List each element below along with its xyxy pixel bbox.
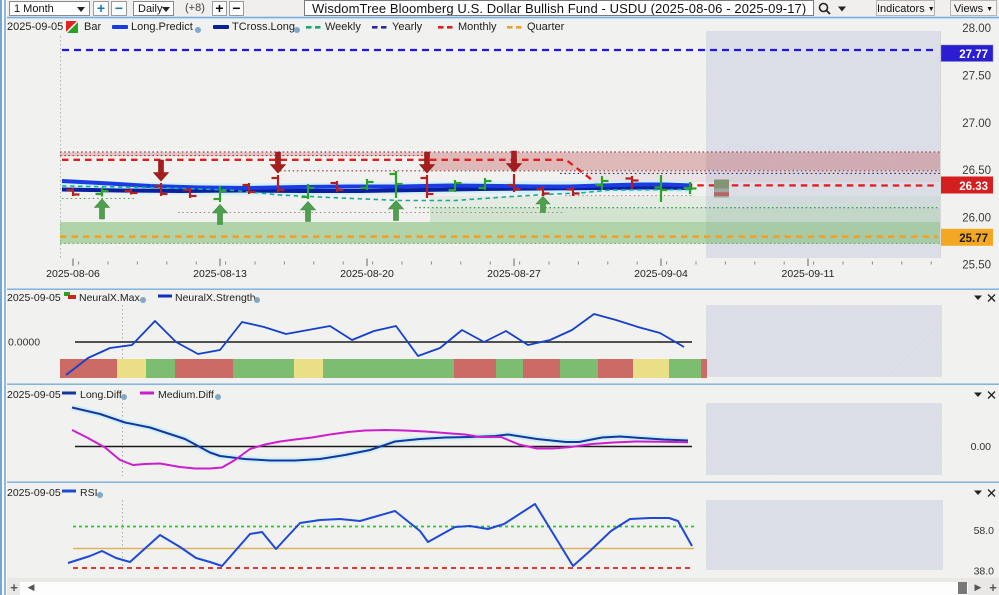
svg-text:27.00: 27.00 (962, 118, 991, 130)
svg-text:26.00: 26.00 (962, 213, 991, 225)
svg-text:TCross.Long: TCross.Long (232, 21, 295, 33)
svg-text:2025-09-05: 2025-09-05 (7, 21, 63, 33)
svg-text:25.50: 25.50 (962, 260, 991, 272)
svg-text:2025-08-20: 2025-08-20 (340, 268, 394, 280)
svg-text:Medium.Diff: Medium.Diff (158, 389, 214, 401)
svg-text:Quarter: Quarter (527, 21, 565, 33)
svg-text:2025-09-04: 2025-09-04 (634, 268, 688, 280)
svg-text:26.33: 26.33 (959, 181, 988, 193)
svg-text:28.00: 28.00 (962, 23, 991, 35)
svg-text:2025-08-06: 2025-08-06 (46, 268, 100, 280)
svg-text:38.0: 38.0 (974, 566, 995, 578)
svg-text:27.77: 27.77 (959, 49, 988, 61)
svg-text:NeuralX.Max: NeuralX.Max (79, 292, 140, 304)
svg-text:27.50: 27.50 (962, 71, 991, 83)
svg-text:0.00: 0.00 (971, 441, 992, 453)
svg-text:Weekly: Weekly (325, 21, 361, 33)
svg-text:2025-09-05: 2025-09-05 (7, 292, 61, 304)
svg-text:Long.Predict: Long.Predict (131, 21, 193, 33)
svg-text:2025-08-27: 2025-08-27 (487, 268, 541, 280)
svg-text:2025-09-05: 2025-09-05 (7, 487, 61, 499)
svg-text:RSI: RSI (80, 487, 98, 499)
svg-text:0.0000: 0.0000 (8, 337, 40, 349)
svg-text:2025-09-05: 2025-09-05 (7, 389, 61, 401)
svg-text:NeuralX.Strength: NeuralX.Strength (175, 292, 256, 304)
svg-text:Long.Diff: Long.Diff (80, 389, 122, 401)
svg-text:Monthly: Monthly (458, 21, 497, 33)
svg-text:26.50: 26.50 (962, 165, 991, 177)
svg-text:Bar: Bar (84, 21, 101, 33)
svg-text:25.77: 25.77 (959, 233, 988, 245)
svg-text:2025-09-11: 2025-09-11 (782, 268, 835, 280)
svg-text:58.0: 58.0 (974, 525, 995, 537)
svg-text:2025-08-13: 2025-08-13 (193, 268, 247, 280)
svg-text:Yearly: Yearly (392, 21, 423, 33)
